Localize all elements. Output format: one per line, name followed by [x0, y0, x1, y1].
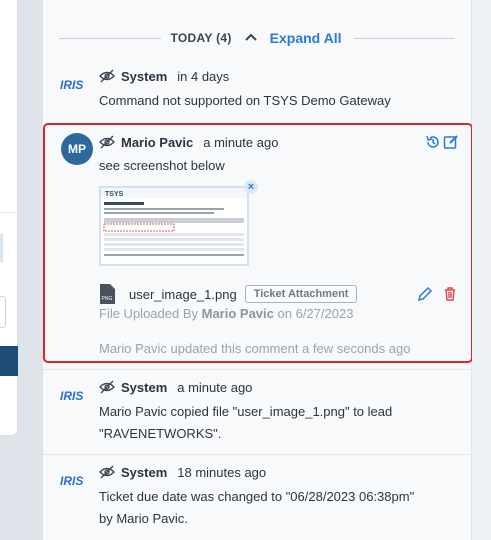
activity-entry: System 18 minutes ago Ticket due date wa… — [43, 462, 473, 530]
selected-comment: MP Mario Pavic a minute ago see screensh… — [43, 123, 473, 363]
upload-info: File Uploaded By Mario Pavic on 6/27/202… — [99, 304, 353, 324]
background-button — [0, 346, 18, 376]
entry-author: Mario Pavic — [121, 134, 194, 150]
entry-text-line: Ticket due date was changed to "06/28/20… — [99, 489, 415, 504]
divider-line — [353, 37, 455, 39]
entry-header: Mario Pavic a minute ago — [99, 132, 278, 152]
entry-divider — [43, 454, 473, 455]
svg-text:PNG: PNG — [102, 296, 113, 302]
updated-note: Mario Pavic updated this comment a few s… — [99, 341, 411, 356]
day-header: TODAY (4) Expand All — [59, 26, 455, 50]
entry-time: a minute ago — [203, 134, 279, 150]
edit-comment-icon[interactable] — [443, 134, 459, 150]
entry-time: in 4 days — [177, 68, 230, 84]
upload-date: on 6/27/2023 — [277, 306, 354, 321]
hidden-eye-icon[interactable] — [99, 380, 115, 394]
attachment-thumbnail[interactable]: TSYS — [99, 186, 249, 266]
entry-divider — [43, 369, 473, 370]
upload-author: Mario Pavic — [201, 306, 274, 321]
remove-thumbnail-icon[interactable]: × — [244, 180, 258, 194]
activity-entry: System a minute ago Mario Pavic copied f… — [43, 377, 473, 445]
upload-prefix: File Uploaded By — [99, 306, 198, 321]
entry-header: System in 4 days — [43, 66, 473, 86]
svg-text:TSYS: TSYS — [105, 191, 124, 198]
entry-text: Command not supported on TSYS Demo Gatew… — [99, 93, 391, 108]
attachment-tag: Ticket Attachment — [244, 285, 358, 303]
entry-header: System a minute ago — [43, 377, 473, 397]
entry-author: System — [121, 379, 168, 395]
activity-entry: System in 4 days Command not supported o… — [43, 66, 473, 112]
day-label: TODAY (4) — [170, 31, 232, 45]
entry-text-line: Mario Pavic copied file "user_image_1.pn… — [99, 404, 393, 419]
hidden-eye-icon[interactable] — [99, 69, 115, 83]
right-rail — [472, 0, 491, 540]
delete-attachment-icon[interactable] — [442, 286, 458, 302]
attachment-file-name[interactable]: user_image_1.png — [129, 287, 237, 302]
entry-time: a minute ago — [177, 379, 253, 395]
entry-author: System — [121, 464, 168, 480]
expand-all-link[interactable]: Expand All — [270, 30, 342, 46]
background-input — [0, 296, 6, 328]
background-divider — [0, 212, 18, 213]
entry-text: see screenshot below — [99, 158, 225, 173]
entry-text-line: "RAVENETWORKS". — [99, 426, 222, 441]
chevron-up-icon[interactable] — [242, 29, 260, 47]
hidden-eye-icon[interactable] — [99, 465, 115, 479]
screenshot-preview-image: TSYS — [101, 188, 247, 256]
png-file-icon: PNG — [100, 284, 115, 304]
edit-attachment-icon[interactable] — [417, 286, 433, 302]
hidden-eye-icon[interactable] — [99, 135, 115, 149]
background-selected-item — [0, 234, 3, 262]
entry-time: 18 minutes ago — [177, 464, 267, 480]
attachment-row: PNG user_image_1.png Ticket Attachment — [99, 283, 358, 305]
history-icon[interactable] — [425, 134, 441, 150]
activity-panel: TODAY (4) Expand All IRIS System in 4 da… — [42, 0, 473, 540]
background-panel — [0, 0, 42, 540]
entry-text-line: by Mario Pavic. — [99, 511, 188, 526]
avatar: MP — [61, 133, 93, 165]
entry-header: System 18 minutes ago — [43, 462, 473, 482]
divider-line — [59, 37, 161, 39]
entry-author: System — [121, 68, 168, 84]
